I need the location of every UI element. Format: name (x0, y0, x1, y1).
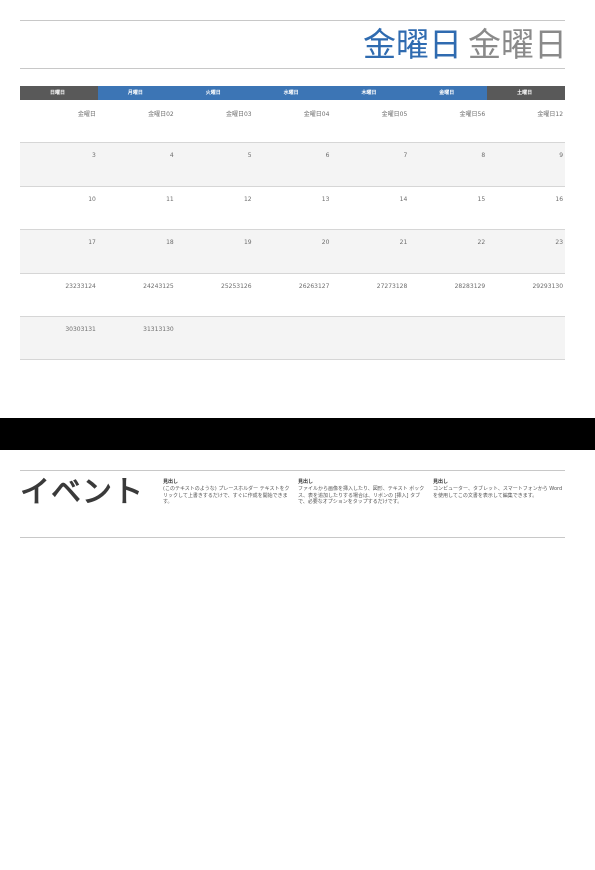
event-heading: 見出し (163, 479, 179, 485)
header-bottom-rule (20, 68, 565, 69)
day-cell (254, 317, 332, 359)
day-cell: 16 (555, 195, 564, 203)
events-title: イベント (20, 475, 144, 510)
week-row: 30303131 31313130 (20, 316, 565, 361)
day-cell: 22 (477, 239, 486, 247)
day-cell: 27273128 (376, 282, 408, 290)
year-title: 金曜日 (468, 25, 565, 64)
event-column-1: 見出し (このテキストのような) プレースホルダー テキストをクリックして上書き… (163, 478, 293, 506)
weekday-tuesday: 火曜日 (175, 86, 254, 100)
day-cell: 8 (481, 152, 486, 160)
weekday-wednesday: 水曜日 (253, 86, 332, 100)
day-cell: 6 (325, 152, 330, 160)
weekday-saturday: 土曜日 (487, 86, 566, 100)
week-row: 3 4 5 6 7 8 9 (20, 143, 565, 187)
day-cell: 9 (559, 152, 564, 160)
day-cell: 11 (166, 195, 174, 203)
event-heading: 見出し (298, 479, 314, 485)
week-row: 17 18 19 20 21 22 23 (20, 230, 565, 274)
day-cell: 31313130 (143, 325, 174, 333)
day-cell: 金曜日 (77, 111, 96, 118)
day-cell (409, 317, 487, 359)
weekday-thursday: 木曜日 (331, 86, 410, 100)
day-cell: 金曜日05 (381, 111, 408, 118)
weekday-header-row: 日曜日 月曜日 火曜日 水曜日 木曜日 金曜日 土曜日 (20, 86, 566, 100)
events-bottom-rule (20, 537, 565, 538)
day-cell: 7 (403, 152, 408, 160)
day-cell: 金曜日12 (537, 111, 564, 118)
day-cell: 金曜日04 (303, 111, 330, 118)
event-column-3: 見出し コンピューター、タブレット、スマートフォンから Word を使用してこの… (433, 478, 563, 499)
day-cell: 21 (399, 239, 408, 247)
day-cell: 24243125 (143, 282, 174, 290)
day-cell: 5 (247, 152, 252, 160)
month-title: 金曜日 (363, 25, 462, 64)
day-cell: 30303131 (65, 325, 96, 333)
week-row: 23233124 24243125 25253126 26263127 2727… (20, 274, 565, 317)
week-row: 10 11 12 13 14 15 16 (20, 187, 565, 231)
day-cell: 金曜日56 (459, 111, 486, 118)
calendar-grid: 日曜日 月曜日 火曜日 水曜日 木曜日 金曜日 土曜日 金曜日 金曜日02 金曜… (20, 86, 566, 361)
day-cell: 17 (88, 239, 96, 247)
day-cell: 15 (477, 195, 486, 203)
events-top-rule (20, 470, 565, 471)
day-cell: 4 (169, 152, 174, 160)
event-heading: 見出し (433, 479, 449, 485)
day-cell: 12 (243, 195, 252, 203)
weekday-sunday: 日曜日 (20, 86, 98, 100)
day-cell (487, 317, 565, 359)
black-divider-band (0, 418, 595, 450)
day-cell: 18 (166, 239, 174, 247)
event-text: コンピューター、タブレット、スマートフォンから Word を使用してこの文書を表… (433, 486, 563, 499)
day-cell: 13 (321, 195, 330, 203)
day-cell: 29293130 (532, 282, 564, 290)
day-cell (176, 317, 254, 359)
day-cell: 23233124 (65, 282, 96, 290)
day-cell: 19 (243, 239, 252, 247)
day-cell: 28283129 (454, 282, 486, 290)
day-cell: 金曜日03 (225, 111, 252, 118)
day-cell: 25253126 (221, 282, 252, 290)
event-text: (このテキストのような) プレースホルダー テキストをクリックして上書きするだけ… (163, 486, 290, 505)
week-row: 金曜日 金曜日02 金曜日03 金曜日04 金曜日05 金曜日56 金曜日12 (20, 100, 565, 144)
day-cell: 金曜日02 (148, 111, 174, 118)
weekday-friday: 金曜日 (409, 86, 488, 100)
calendar-title: 金曜日 金曜日 (20, 21, 565, 68)
weekday-monday: 月曜日 (97, 86, 176, 100)
day-cell: 20 (321, 239, 330, 247)
day-cell: 23 (555, 239, 564, 247)
day-cell: 3 (92, 152, 96, 160)
day-cell: 10 (88, 195, 96, 203)
day-cell: 14 (399, 195, 408, 203)
day-cell (331, 317, 409, 359)
event-text: ファイルから画像を挿入したり、図形、テキスト ボックス、表を追加したりする場合は… (298, 486, 425, 505)
day-cell: 26263127 (298, 282, 330, 290)
event-column-2: 見出し ファイルから画像を挿入したり、図形、テキスト ボックス、表を追加したりす… (298, 478, 428, 506)
